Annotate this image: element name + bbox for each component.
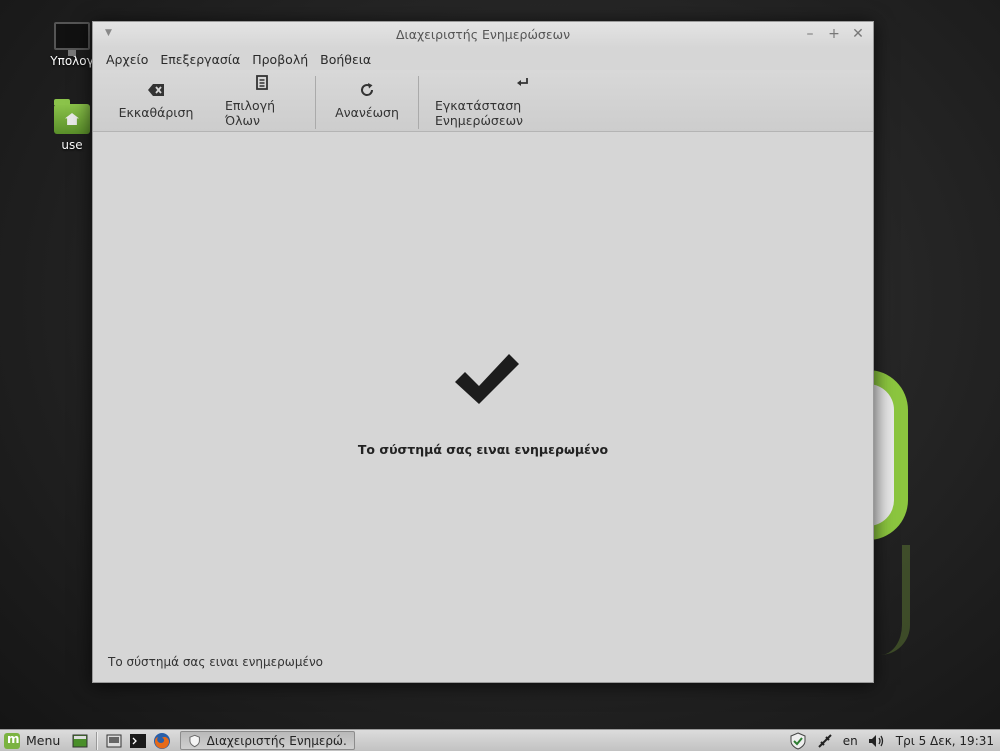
- toolbar: Εκκαθάριση Επιλογή Όλων Ανανέωση Εγκατάσ…: [93, 70, 873, 132]
- refresh-icon: [359, 81, 375, 99]
- window-titlebar[interactable]: ▼ Διαχειριστής Ενημερώσεων – + ✕: [93, 22, 873, 48]
- menu-view[interactable]: Προβολή: [246, 50, 314, 69]
- close-button[interactable]: ✕: [851, 26, 865, 42]
- menu-label: Menu: [26, 733, 61, 748]
- install-updates-icon: [516, 74, 530, 92]
- terminal-icon: [130, 733, 147, 748]
- content-area: Το σύστημά σας ειναι ενημερωμένο Το σύστ…: [93, 132, 873, 682]
- mint-logo-icon: [4, 732, 20, 749]
- system-tray: en Τρι 5 Δεκ, 19:31: [789, 731, 1000, 750]
- firefox-icon: [154, 732, 171, 749]
- refresh-button[interactable]: Ανανέωση: [320, 70, 414, 131]
- home-folder-icon: [54, 99, 90, 134]
- clear-button[interactable]: Εκκαθάριση: [99, 70, 213, 131]
- taskbar: Menu Διαχειριστής Ενημερώ... en Τρι 5 Δε…: [0, 729, 1000, 751]
- status-bar-text: Το σύστημά σας ειναι ενημερωμένο: [108, 655, 323, 669]
- select-all-icon: [256, 74, 268, 92]
- menu-file[interactable]: Αρχείο: [100, 50, 154, 69]
- keyboard-layout[interactable]: en: [843, 734, 858, 748]
- volume-icon[interactable]: [868, 734, 886, 748]
- update-manager-window: ▼ Διαχειριστής Ενημερώσεων – + ✕ Αρχείο …: [92, 21, 874, 683]
- taskbar-separator: [96, 731, 99, 750]
- install-updates-label: Εγκατάσταση Ενημερώσεων: [435, 97, 524, 128]
- clock[interactable]: Τρι 5 Δεκ, 19:31: [896, 734, 994, 748]
- maximize-button[interactable]: +: [827, 26, 841, 42]
- status-message: Το σύστημά σας ειναι ενημερωμένο: [357, 442, 609, 457]
- firefox-launcher[interactable]: [152, 732, 172, 750]
- toolbar-separator: [315, 76, 316, 129]
- refresh-label: Ανανέωση: [335, 105, 399, 120]
- file-manager-launcher[interactable]: [104, 732, 124, 750]
- menubar: Αρχείο Επεξεργασία Προβολή Βοήθεια: [93, 48, 873, 70]
- clear-icon: [147, 81, 165, 99]
- window-list-icon: [106, 734, 122, 747]
- checkmark-icon: [453, 352, 521, 413]
- network-icon[interactable]: [817, 733, 833, 749]
- menu-help[interactable]: Βοήθεια: [314, 50, 377, 69]
- terminal-launcher[interactable]: [128, 732, 148, 750]
- taskbar-window-label: Διαχειριστής Ενημερώ...: [206, 733, 347, 748]
- minimize-button[interactable]: –: [803, 26, 817, 42]
- clear-label: Εκκαθάριση: [118, 105, 194, 120]
- taskbar-window-update-manager[interactable]: Διαχειριστής Ενημερώ...: [180, 731, 356, 750]
- select-all-button[interactable]: Επιλογή Όλων: [213, 70, 311, 131]
- update-shield-tray-icon[interactable]: [789, 731, 807, 750]
- toolbar-separator: [418, 76, 419, 129]
- show-desktop-icon: [72, 734, 88, 747]
- window-title: Διαχειριστής Ενημερώσεων: [395, 27, 571, 42]
- menu-edit[interactable]: Επεξεργασία: [154, 50, 246, 69]
- shield-icon: [189, 734, 201, 747]
- computer-icon: [54, 22, 90, 56]
- start-menu-button[interactable]: Menu: [0, 730, 68, 751]
- show-desktop-launcher[interactable]: [70, 732, 90, 750]
- select-all-label: Επιλογή Όλων: [225, 97, 276, 128]
- install-updates-button[interactable]: Εγκατάσταση Ενημερώσεων: [423, 70, 623, 131]
